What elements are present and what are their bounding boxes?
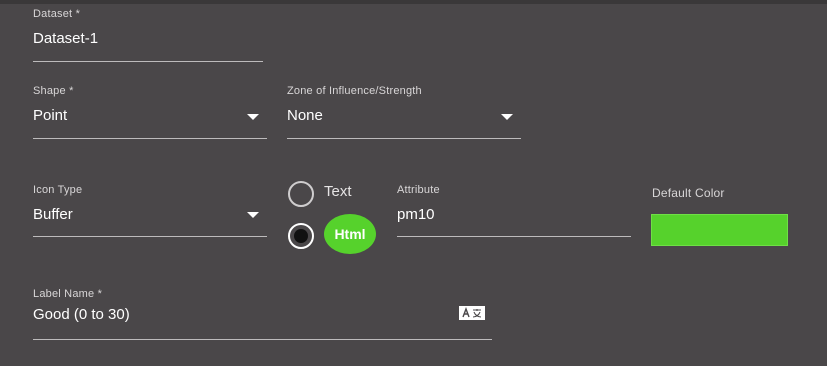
label-name-field[interactable]: Label Name * Good (0 to 30) bbox=[33, 288, 492, 344]
shape-value[interactable]: Point bbox=[33, 107, 67, 124]
top-edge bbox=[0, 0, 827, 4]
chevron-down-icon[interactable] bbox=[247, 212, 259, 218]
icon-type-select[interactable]: Icon Type Buffer bbox=[33, 184, 267, 240]
shape-select[interactable]: Shape * Point bbox=[33, 85, 267, 141]
translate-icon[interactable] bbox=[459, 306, 485, 320]
radio-text[interactable] bbox=[288, 181, 314, 207]
radio-html[interactable] bbox=[288, 223, 314, 249]
attribute-underline bbox=[397, 236, 631, 237]
label-name-underline bbox=[33, 339, 492, 340]
label-name-label: Label Name * bbox=[33, 288, 103, 300]
chevron-down-icon[interactable] bbox=[247, 114, 259, 120]
dataset-label: Dataset * bbox=[33, 8, 81, 20]
icon-type-value[interactable]: Buffer bbox=[33, 206, 73, 223]
icon-type-label: Icon Type bbox=[33, 184, 83, 196]
zone-select[interactable]: Zone of Influence/Strength None bbox=[287, 85, 521, 141]
zone-label: Zone of Influence/Strength bbox=[287, 85, 422, 97]
dataset-field[interactable]: Dataset * Dataset-1 bbox=[33, 8, 263, 64]
default-color-swatch[interactable] bbox=[651, 214, 788, 246]
icon-type-underline bbox=[33, 236, 267, 237]
shape-label: Shape * bbox=[33, 85, 74, 97]
dataset-underline bbox=[33, 61, 263, 62]
default-color-label: Default Color bbox=[652, 186, 725, 200]
chevron-down-icon[interactable] bbox=[501, 114, 513, 120]
zone-underline bbox=[287, 138, 521, 139]
dataset-value[interactable]: Dataset-1 bbox=[33, 30, 98, 47]
html-option-pill[interactable]: Html bbox=[324, 214, 376, 254]
radio-selected-dot bbox=[294, 229, 308, 243]
radio-text-label[interactable]: Text bbox=[324, 183, 352, 200]
attribute-field[interactable]: Attribute pm10 bbox=[397, 184, 631, 240]
attribute-value[interactable]: pm10 bbox=[397, 206, 435, 223]
label-name-value[interactable]: Good (0 to 30) bbox=[33, 306, 130, 323]
shape-underline bbox=[33, 138, 267, 139]
attribute-label: Attribute bbox=[397, 184, 440, 196]
zone-value[interactable]: None bbox=[287, 107, 323, 124]
